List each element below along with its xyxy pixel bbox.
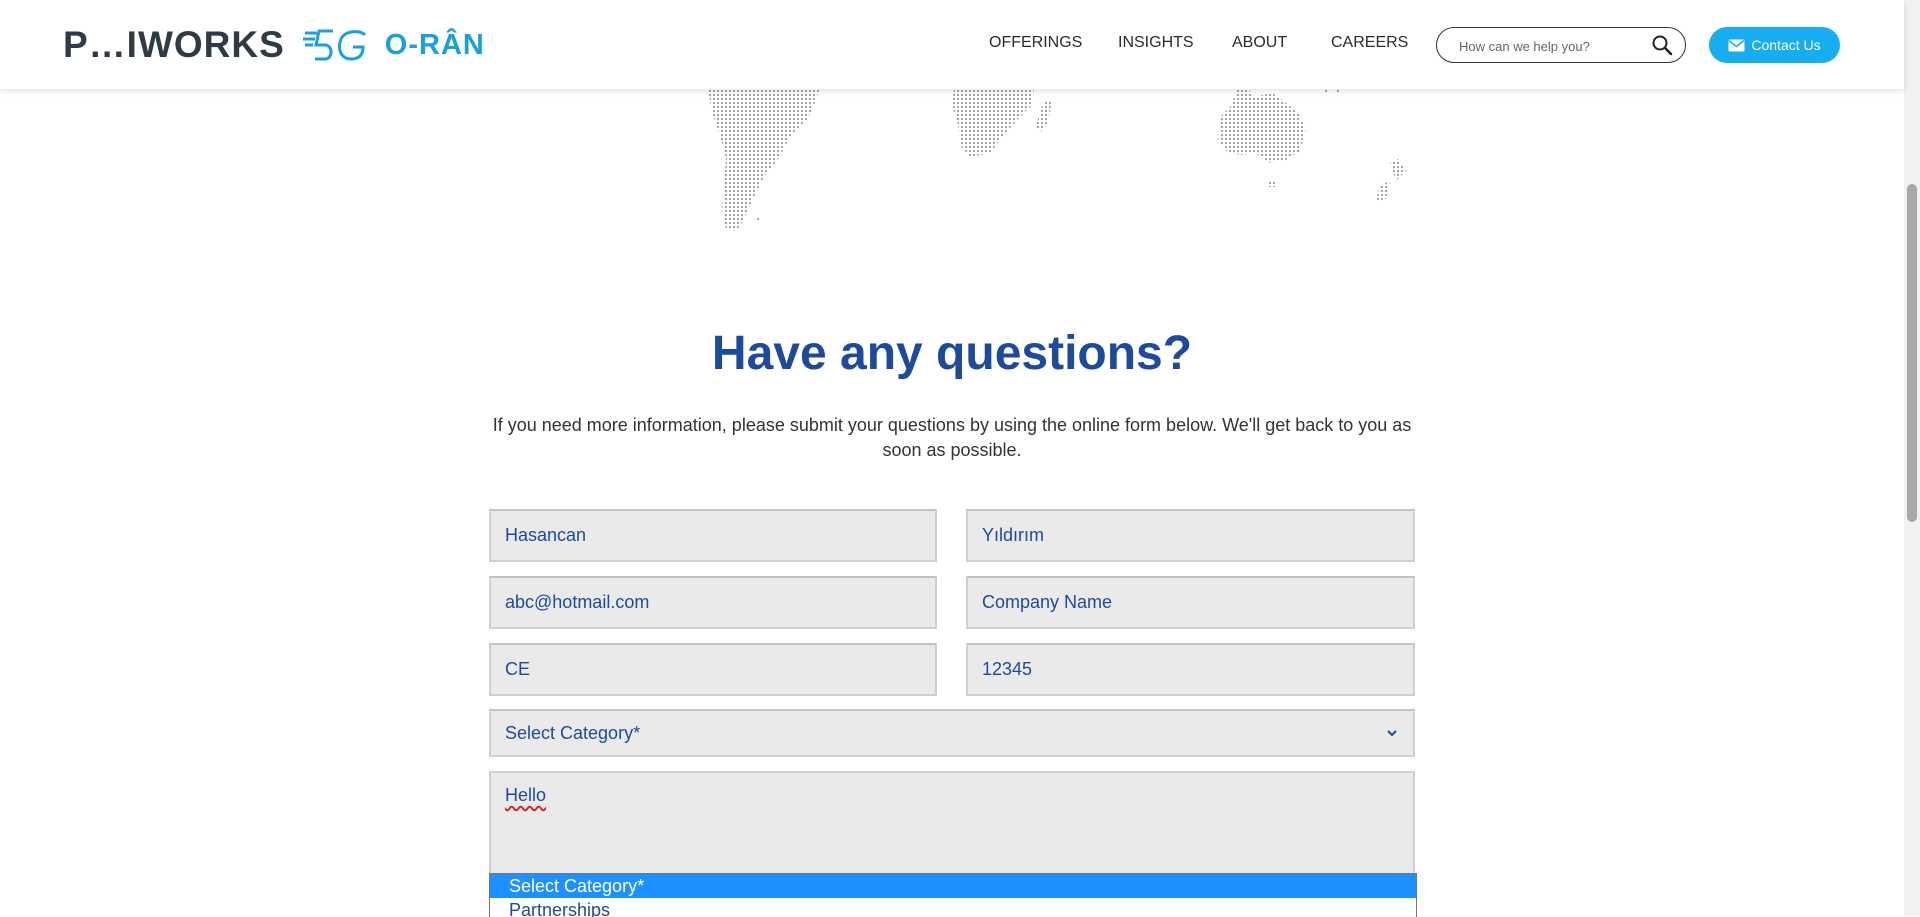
category-option-partnerships[interactable]: Partnerships [490,898,1416,917]
first-name-field[interactable]: Hasancan [489,509,937,562]
logo-wordmark: P…IWORKS [63,24,285,65]
job-title-field[interactable]: CE [489,643,937,696]
site-logo[interactable]: P…IWORKS O-RÂN [63,24,485,66]
nav-about[interactable]: ABOUT [1232,34,1287,52]
category-select-value: Select Category* [505,722,641,743]
message-textarea[interactable]: Hello [489,771,1415,881]
intro-text: If you need more information, please sub… [492,415,1412,460]
message-text: Hello [505,785,547,805]
nav-offerings[interactable]: OFFERINGS [989,34,1082,52]
5g-logo-icon [302,29,366,61]
nav-careers[interactable]: CAREERS [1331,34,1408,52]
search-box [1436,27,1686,63]
page-scrollbar[interactable] [1904,0,1920,916]
category-option-placeholder[interactable]: Select Category* [490,874,1416,898]
phone-field[interactable]: 12345 [966,643,1415,696]
last-name-field[interactable]: Yıldırım [966,509,1415,562]
mail-icon [1728,39,1745,51]
category-dropdown-list: Select Category* Partnerships [489,873,1417,917]
contact-us-label: Contact Us [1751,37,1821,53]
company-field[interactable]: Company Name [966,576,1415,629]
scrollbar-thumb[interactable] [1907,184,1917,522]
site-header: P…IWORKS O-RÂN OFFERINGS INSIGHTS ABOUT … [0,0,1904,89]
oran-logo-text: O-RÂN [384,28,485,61]
contact-us-button[interactable]: Contact Us [1709,27,1840,63]
nav-insights[interactable]: INSIGHTS [1118,34,1194,52]
world-map-dots [708,89,1406,231]
email-field[interactable]: abc@hotmail.com [489,576,937,629]
search-icon[interactable] [1651,34,1673,56]
page-title: Have any questions? [711,327,1193,380]
chevron-down-icon [1387,730,1397,737]
category-select[interactable]: Select Category* [489,709,1415,757]
search-input[interactable] [1457,35,1651,57]
